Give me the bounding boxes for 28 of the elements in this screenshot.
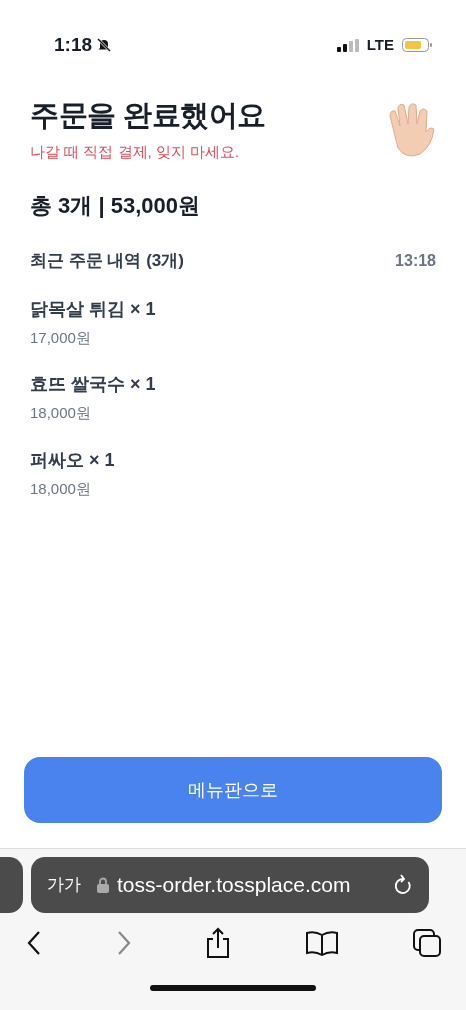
address-bar[interactable]: 가가 toss-order.tossplace.com xyxy=(31,857,429,913)
item-name: 퍼싸오 × 1 xyxy=(30,448,116,472)
network-label: LTE xyxy=(366,34,394,55)
share-icon[interactable] xyxy=(205,927,231,959)
item-price: 18,000원 xyxy=(30,478,92,499)
tab-preview[interactable] xyxy=(0,857,23,913)
url-text: toss-order.tossplace.com xyxy=(117,872,351,899)
tabs-icon[interactable] xyxy=(412,928,442,958)
order-total: 총 3개 | 53,000원 xyxy=(30,192,202,221)
item-price: 17,000원 xyxy=(30,327,92,348)
book-icon[interactable] xyxy=(304,930,339,956)
reload-icon[interactable] xyxy=(393,874,413,896)
section-heading: 최근 주문 내역 (3개) xyxy=(30,250,184,273)
order-time: 13:18 xyxy=(395,251,436,272)
item-name: 닭목살 튀김 × 1 xyxy=(30,297,157,321)
silent-bell-icon xyxy=(96,37,113,53)
menu-button[interactable]: 메뉴판으로 xyxy=(24,757,442,823)
clock-time: 1:18 xyxy=(54,32,93,57)
lock-icon xyxy=(97,877,109,893)
page-title: 주문을 완료했어요 xyxy=(30,98,266,133)
battery-icon xyxy=(402,38,432,52)
back-icon[interactable] xyxy=(26,930,42,956)
item-name: 효뜨 쌀국수 × 1 xyxy=(30,373,157,397)
subtitle: 나갈 때 직접 결제, 잊지 마세요. xyxy=(30,141,241,162)
signal-icon xyxy=(336,38,359,52)
item-price: 18,000원 xyxy=(30,403,92,424)
forward-icon[interactable] xyxy=(115,930,132,956)
text-size-button[interactable]: 가가 xyxy=(47,872,81,898)
